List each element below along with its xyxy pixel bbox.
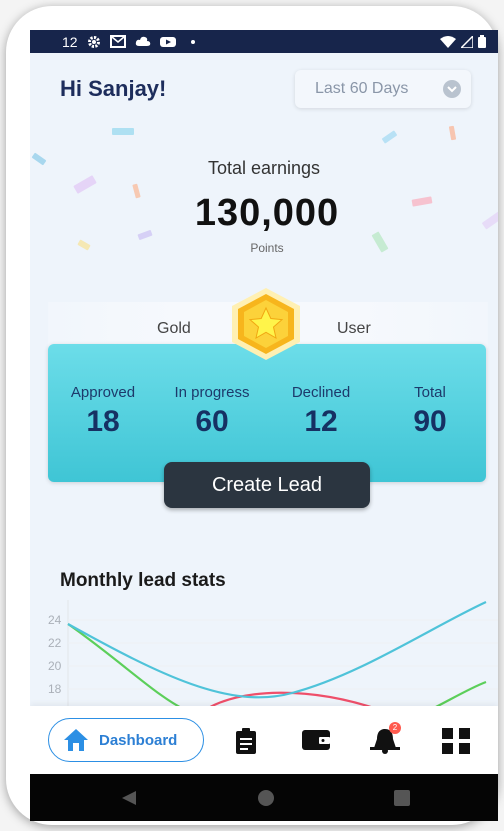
- stat-value: 90: [413, 405, 447, 438]
- wifi-icon: [440, 35, 456, 48]
- greeting-title: Hi Sanjay!: [60, 76, 167, 101]
- signal-icon: [461, 35, 473, 48]
- monthly-lead-stats-chart: 24 22 20 18: [48, 600, 498, 710]
- status-bar: 12: [30, 30, 498, 53]
- stat-label: Declined: [291, 384, 351, 401]
- gold-star-badge-icon: [232, 288, 300, 360]
- notification-count-badge: 2: [389, 722, 401, 734]
- home-circle-icon[interactable]: [257, 789, 275, 807]
- nav-dashboard-label: Dashboard: [99, 731, 178, 749]
- gmail-icon: [109, 35, 126, 48]
- confetti-piece: [448, 125, 457, 141]
- stat-in-progress: In progress 60: [157, 384, 267, 439]
- chart-series-line-green: [67, 623, 189, 710]
- stat-label: Total: [414, 384, 446, 401]
- app-screen: 12 Hi Sanjay! Last 60 Days Total earning…: [30, 30, 498, 821]
- stat-label: In progress: [174, 384, 250, 401]
- back-icon[interactable]: [121, 790, 137, 806]
- system-navigation-bar: [30, 774, 498, 821]
- y-tick-label: 22: [48, 636, 62, 650]
- y-tick-label: 20: [48, 659, 62, 673]
- stat-declined: Declined 12: [266, 384, 376, 439]
- monthly-lead-stats-title: Monthly lead stats: [60, 570, 226, 591]
- battery-icon: [478, 35, 486, 48]
- confetti-piece: [381, 130, 398, 144]
- tier-level-label: Gold: [157, 320, 191, 337]
- earnings-unit: Points: [250, 241, 284, 255]
- notification-dot-icon: [190, 39, 195, 44]
- cloud-icon: [135, 36, 150, 46]
- youtube-icon: [159, 36, 176, 47]
- chart-series-line-cyan: [67, 601, 487, 699]
- tier-user-label: User: [337, 320, 371, 337]
- total-earnings-label: Total earnings: [207, 158, 321, 178]
- stat-value: 12: [304, 405, 338, 438]
- clipboard-icon[interactable]: [234, 728, 258, 754]
- stat-total: Total 90: [375, 384, 485, 439]
- date-range-value: Last 60 Days: [315, 80, 409, 97]
- total-earnings-value: 130,000: [194, 192, 340, 234]
- settings-gear-icon: [87, 35, 100, 48]
- date-range-dropdown[interactable]: Last 60 Days: [295, 70, 471, 108]
- recents-icon[interactable]: [394, 790, 410, 806]
- device-frame: 12 Hi Sanjay! Last 60 Days Total earning…: [6, 6, 498, 825]
- stat-label: Approved: [70, 384, 136, 401]
- status-time: 12: [62, 33, 78, 50]
- create-lead-button[interactable]: Create Lead: [164, 462, 370, 508]
- y-tick-label: 24: [48, 613, 62, 627]
- grid-menu-icon[interactable]: [442, 728, 470, 754]
- stat-approved: Approved 18: [48, 384, 158, 439]
- y-tick-label: 18: [48, 682, 62, 696]
- confetti-piece: [112, 128, 134, 135]
- chevron-down-icon: [443, 80, 461, 98]
- bottom-navigation: Dashboard 2: [30, 706, 498, 774]
- notifications-button[interactable]: 2: [370, 722, 401, 754]
- home-icon: [64, 729, 88, 751]
- stat-value: 18: [86, 405, 120, 438]
- wallet-icon[interactable]: [302, 728, 330, 752]
- nav-dashboard[interactable]: Dashboard: [48, 718, 204, 762]
- stat-value: 60: [195, 405, 229, 438]
